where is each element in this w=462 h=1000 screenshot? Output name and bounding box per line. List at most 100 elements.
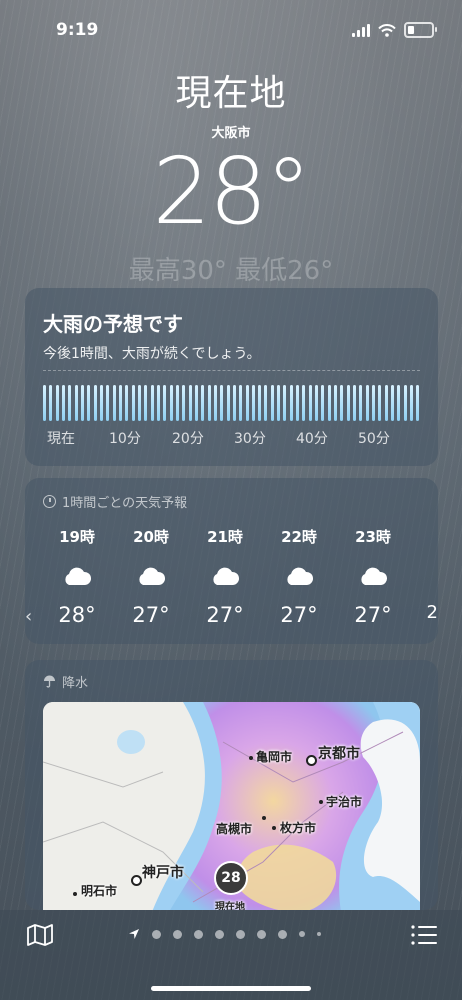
hourly-item[interactable]: 22時 27° [269,526,329,627]
hourly-item[interactable]: 21時 27° [195,526,255,627]
umbrella-icon [44,675,55,688]
precip-bar [87,385,91,421]
precip-map[interactable]: 亀岡市 京都市 宇治市 高槻市 枚方市 神戸市 明石市 28 現在地 [43,702,420,910]
precip-bar [397,385,401,421]
precip-bar [137,385,141,421]
hourly-item[interactable]: 19時 28° [47,526,107,627]
precip-bar [353,385,357,421]
hourly-forecast-card[interactable]: 1時間ごとの天気予報 ‹ 19時 28° 20時 27° 21時 27° 22時… [25,478,438,644]
hourly-header: 1時間ごとの天気予報 [43,492,187,511]
page-dot[interactable] [299,931,305,937]
hour-time: 23時 [355,528,391,546]
page-dot[interactable] [278,929,287,939]
current-location-temp-badge[interactable]: 28 [214,861,248,895]
map-point-kameoka [249,756,253,760]
location-arrow-icon[interactable] [128,928,140,940]
map-point-akashi [73,892,77,896]
tick-label: 現在 [47,431,75,447]
hour-time: 20時 [133,528,169,546]
precip-bar [334,385,338,421]
list-icon[interactable] [411,924,437,946]
page-dot[interactable] [152,929,161,939]
map-label-akashi: 明石市 [81,884,118,898]
precipitation-map-card[interactable]: 降水 亀岡市 京都市 宇治市 高槻市 枚方市 神戸市 明石市 28 現在地 [25,660,438,910]
precip-bar [163,385,167,421]
precip-bar [251,385,255,421]
map-label-current: 現在地 [215,902,245,910]
battery-icon [404,22,437,38]
precip-bar [372,385,376,421]
precip-bar [156,385,160,421]
page-dot[interactable] [257,929,266,939]
scroll-edge-left: ‹ [25,606,33,627]
precip-bar [270,385,274,421]
precip-bar [232,385,236,421]
precip-alert-title: 大雨の予想です [43,312,183,336]
precip-bar [245,385,249,421]
hour-temp: 27° [206,603,244,627]
status-bar: 9:19 [0,20,462,44]
map-label-kyoto: 京都市 [318,746,360,762]
tick-label: 10分 [109,431,141,447]
precip-bar [144,385,148,421]
precip-bar [283,385,287,421]
cloud-icon [287,567,314,585]
tick-label: 20分 [172,431,204,447]
hour-temp: 27° [280,603,318,627]
page-dot[interactable] [317,932,321,936]
precip-bar [302,385,306,421]
wifi-icon [378,23,396,37]
signal-icon [352,23,370,37]
map-point-hirakata [272,826,276,830]
precip-bar [258,385,262,421]
precip-bar [308,385,312,421]
hourly-header-label: 1時間ごとの天気予報 [62,496,188,511]
hourly-item[interactable]: 23時 27° [343,526,403,627]
precip-bar [61,385,65,421]
home-indicator[interactable] [151,986,311,991]
hour-temp: 27° [132,603,170,627]
map-label-takatsuki: 高槻市 [216,822,253,836]
hourly-item[interactable]: 20時 27° [121,526,181,627]
current-temperature: 28° [152,138,311,245]
precip-bar [340,385,344,421]
map-label-kobe: 神戸市 [142,865,184,881]
precip-bar [321,385,325,421]
map-icon[interactable] [27,924,53,946]
precip-bar [391,385,395,421]
status-time: 9:19 [56,20,99,40]
page-dot[interactable] [215,929,224,939]
cloud-icon [213,567,240,585]
precip-bar [68,385,72,421]
precip-bar [118,385,122,421]
precip-bar [93,385,97,421]
precip-bar [264,385,268,421]
cloud-icon [139,567,166,585]
precip-bar [416,385,420,421]
precip-bar [49,385,53,421]
precip-bar [365,385,369,421]
location-pager[interactable] [128,928,321,940]
map-label-kameoka: 亀岡市 [256,750,293,764]
hour-time: 19時 [59,528,95,546]
precip-bar [226,385,230,421]
precip-bar [169,385,173,421]
precip-bar [239,385,243,421]
precip-bar [43,385,46,421]
precip-bar [359,385,363,421]
precip-bar [327,385,331,421]
precip-bar [384,385,388,421]
hour-time: 22時 [281,528,317,546]
precip-bar [194,385,198,421]
next-hour-precip-card[interactable]: 大雨の予想です 今後1時間、大雨が続くでしょう。 現在 10分 20分 30分 … [25,288,438,466]
page-dot[interactable] [173,929,182,939]
page-dot[interactable] [194,929,203,939]
map-point-uji [319,800,323,804]
clock-icon [43,495,56,508]
precip-map-header: 降水 [43,672,88,691]
page-dot[interactable] [236,929,245,939]
precip-bar [220,385,224,421]
precip-bar [80,385,84,421]
intensity-guide-line [43,370,420,371]
precip-bar [131,385,135,421]
